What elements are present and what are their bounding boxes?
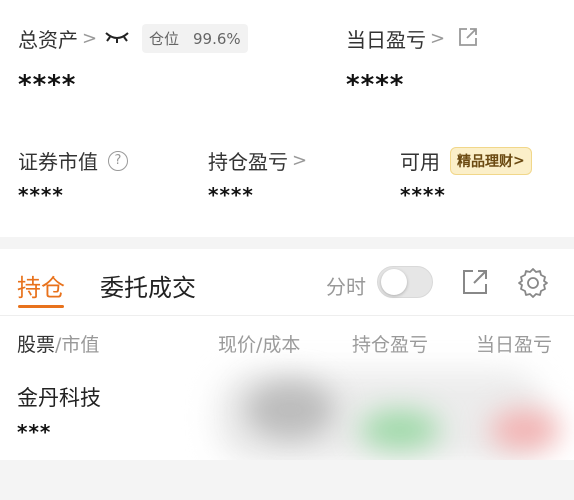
available-header: 可用 精品理财 > [400, 146, 532, 175]
market-value-header: 证券市值 ? [18, 146, 128, 175]
intraday-label: 分时 [326, 275, 366, 299]
holding-pl-label: 持仓盈亏 [208, 150, 288, 174]
external-link-icon[interactable] [462, 269, 488, 299]
chevron-right-icon: > [513, 152, 525, 169]
chevron-right-icon: > [430, 28, 446, 49]
stock-value: *** [17, 420, 52, 444]
market-value-value: **** [18, 183, 64, 207]
total-assets-label: 总资产 [18, 28, 78, 52]
chevron-right-icon: > [292, 150, 308, 171]
stock-header-label: 股票 [17, 334, 56, 356]
chevron-right-icon: > [82, 28, 98, 49]
eye-closed-icon[interactable] [104, 28, 130, 50]
column-header-price-cost[interactable]: 现价/成本 [218, 330, 300, 357]
blurred-daily-pl [490, 410, 560, 450]
total-assets-header[interactable]: 总资产 > [18, 24, 97, 53]
wealth-promo-button[interactable]: 精品理财 > [450, 146, 532, 175]
help-circle-icon[interactable]: ? [108, 150, 128, 171]
position-badge: 仓位 99.6% [142, 24, 248, 53]
bottom-divider [0, 460, 574, 500]
available-value: **** [400, 183, 446, 207]
blurred-price [245, 380, 335, 440]
gear-icon[interactable] [517, 267, 549, 303]
active-tab-indicator [18, 305, 64, 308]
table-row[interactable]: 金丹科技 *** [0, 370, 574, 465]
position-label: 仓位 [149, 30, 180, 48]
promo-label: 精品理财 [457, 153, 513, 170]
column-header-stock[interactable]: 股票/市值 [17, 330, 99, 357]
holding-pl-header[interactable]: 持仓盈亏 > [208, 146, 307, 175]
market-value-header-label: /市值 [55, 334, 100, 356]
column-header-holding-pl[interactable]: 持仓盈亏 [352, 330, 428, 357]
holding-pl-value: **** [208, 183, 254, 207]
blurred-holding-pl [360, 410, 440, 450]
position-value: 99.6% [193, 30, 241, 48]
daily-pl-value: **** [346, 70, 405, 100]
external-link-icon[interactable] [458, 27, 478, 51]
total-assets-value: **** [18, 70, 77, 100]
header-divider [0, 315, 574, 316]
stock-name: 金丹科技 [17, 386, 101, 410]
section-divider [0, 237, 574, 249]
intraday-toggle[interactable] [377, 266, 433, 298]
market-value-label: 证券市值 [18, 150, 98, 174]
toggle-knob [381, 269, 407, 295]
column-header-daily-pl[interactable]: 当日盈亏 [476, 330, 552, 357]
tab-holdings[interactable]: 持仓 [17, 268, 65, 303]
available-label: 可用 [400, 150, 440, 174]
daily-pl-header[interactable]: 当日盈亏 > [346, 24, 445, 53]
tab-orders[interactable]: 委托成交 [100, 268, 196, 303]
daily-pl-label: 当日盈亏 [346, 28, 426, 52]
